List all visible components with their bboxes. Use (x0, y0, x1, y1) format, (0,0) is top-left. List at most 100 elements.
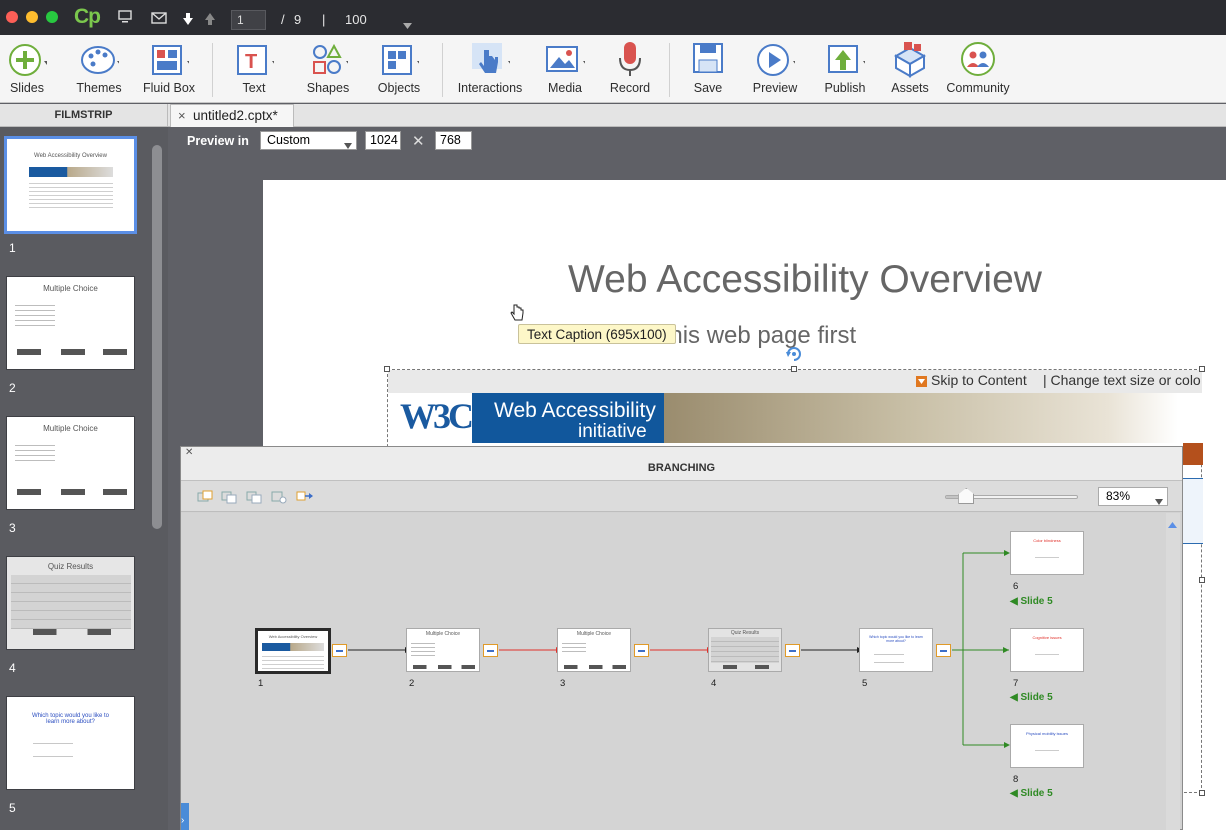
media-button[interactable]: Media (538, 35, 592, 103)
community-icon (958, 40, 998, 78)
branch-node-3[interactable]: Multiple Choice (557, 628, 631, 672)
text-icon: T (234, 40, 278, 78)
node-6-link[interactable]: ◀ Slide 5 (1010, 596, 1053, 607)
branch-node-5[interactable]: Which topic would you like to learn more… (859, 628, 933, 672)
preview-label: Preview (752, 81, 798, 95)
assets-icon (890, 40, 930, 78)
text-size-link[interactable]: | Change text size or colo (1043, 372, 1203, 388)
branch-node-8[interactable]: Physical mobility issues (1010, 724, 1084, 768)
page-number-input[interactable]: 1 (231, 10, 266, 30)
community-label: Community (946, 81, 1010, 95)
record-label: Record (609, 81, 651, 95)
document-tab-bar (168, 104, 1226, 127)
skip-to-content-link[interactable]: Skip to Content (931, 372, 1027, 388)
svg-text:T: T (245, 51, 257, 73)
next-slide-icon[interactable] (182, 12, 194, 31)
chevron-down-icon (344, 137, 352, 154)
close-icon: ✕ (412, 133, 425, 150)
shapes-button[interactable]: Shapes (300, 35, 356, 103)
collapse-icon[interactable] (271, 490, 287, 509)
node-connector[interactable] (785, 644, 800, 657)
assets-button[interactable]: Assets (886, 35, 934, 103)
previous-slide-icon[interactable] (204, 12, 216, 31)
save-button[interactable]: Save (684, 35, 732, 103)
fluid-box-button[interactable]: Fluid Box (140, 35, 198, 103)
app-logo: Cp (74, 5, 101, 28)
zoom-value[interactable]: 100 (345, 12, 367, 27)
resize-handle[interactable] (384, 366, 390, 372)
group-icon[interactable] (197, 490, 213, 509)
node-connector[interactable] (936, 644, 951, 657)
hand-pointer-icon (470, 40, 514, 78)
node-number: 2 (409, 678, 415, 689)
zoom-dropdown-icon[interactable] (403, 16, 412, 34)
resize-handle[interactable] (1199, 577, 1205, 583)
page-total: 9 (294, 12, 302, 27)
shapes-icon (308, 40, 352, 78)
themes-button[interactable]: Themes (70, 35, 128, 103)
record-button[interactable]: Record (606, 35, 654, 103)
export-icon[interactable] (296, 490, 314, 509)
objects-icon (379, 40, 423, 78)
rotate-handle-icon[interactable] (785, 346, 803, 367)
resize-handle[interactable] (1199, 366, 1205, 372)
objects-button[interactable]: Objects (372, 35, 426, 103)
save-label: Save (693, 81, 723, 95)
thumb-title: Quiz Results (47, 562, 94, 571)
node-connector[interactable] (483, 644, 498, 657)
node-8-link-label: Slide 5 (1020, 788, 1053, 799)
preview-mode-value: Custom (267, 133, 311, 147)
node-7-link[interactable]: ◀ Slide 5 (1010, 692, 1053, 703)
preview-button[interactable]: Preview (748, 35, 802, 103)
thumb-title: Which topic would you like to learn more… (31, 713, 110, 725)
branch-node-7[interactable]: Cognitive issues (1010, 628, 1084, 672)
close-window-button[interactable] (6, 11, 18, 23)
document-tab[interactable]: untitled2.cptx* (170, 104, 294, 127)
microphone-icon (610, 40, 650, 78)
text-button[interactable]: T Text (228, 35, 280, 103)
publish-button[interactable]: Publish (818, 35, 872, 103)
ungroup-icon[interactable] (221, 490, 237, 509)
resize-handle[interactable] (791, 366, 797, 372)
slide-number: 5 (9, 801, 16, 815)
preview-height-field[interactable]: 768 (435, 131, 472, 150)
node-8-link[interactable]: ◀ Slide 5 (1010, 788, 1053, 799)
node-8-title: Physical mobility issues (1025, 731, 1068, 736)
branch-node-6[interactable]: Color blindness (1010, 531, 1084, 575)
filmstrip-slide-3[interactable]: Multiple Choice (6, 416, 135, 510)
branch-node-4[interactable]: Quiz Results (708, 628, 782, 672)
plus-circle-icon (7, 40, 50, 78)
branch-node-2[interactable]: Multiple Choice (406, 628, 480, 672)
interactions-button[interactable]: Interactions (454, 35, 526, 103)
expand-icon[interactable] (246, 490, 262, 509)
zoom-window-button[interactable] (46, 11, 58, 23)
node-connector[interactable] (332, 644, 347, 657)
preview-width-field[interactable]: 1024 (365, 131, 401, 150)
preview-mode-select[interactable]: Custom (260, 131, 357, 150)
branch-node-1[interactable]: Web Accessibility Overview (255, 628, 331, 674)
filmstrip-slide-4[interactable]: Quiz Results (6, 556, 135, 650)
chevron-down-icon (1155, 493, 1163, 510)
slide-title[interactable]: Web Accessibility Overview (0, 258, 1226, 302)
filmstrip-scrollbar[interactable] (152, 145, 162, 529)
resize-handle[interactable] (1199, 790, 1205, 796)
thumb-title: Web Accessibility Overview (34, 153, 107, 159)
objects-label: Objects (377, 81, 421, 95)
node-connector[interactable] (634, 644, 649, 657)
mail-icon[interactable] (151, 11, 167, 27)
slide-number: 4 (9, 661, 16, 675)
minimize-window-button[interactable] (26, 11, 38, 23)
community-button[interactable]: Community (946, 35, 1010, 103)
screen-icon[interactable] (118, 10, 132, 26)
slides-button[interactable]: Slides (2, 35, 52, 103)
node-number: 5 (862, 678, 868, 689)
branching-close-icon[interactable]: ✕ (185, 447, 193, 458)
palette-icon (79, 40, 123, 78)
close-tab-icon[interactable]: × (178, 108, 186, 123)
filmstrip-header: FILMSTRIP (0, 104, 168, 127)
filmstrip-slide-5[interactable]: Which topic would you like to learn more… (6, 696, 135, 790)
filmstrip-slide-1[interactable]: Web Accessibility Overview (4, 136, 137, 234)
web-nav-strip (1183, 443, 1203, 465)
zoom-select[interactable]: 83% (1098, 487, 1168, 506)
publish-icon (825, 40, 869, 78)
